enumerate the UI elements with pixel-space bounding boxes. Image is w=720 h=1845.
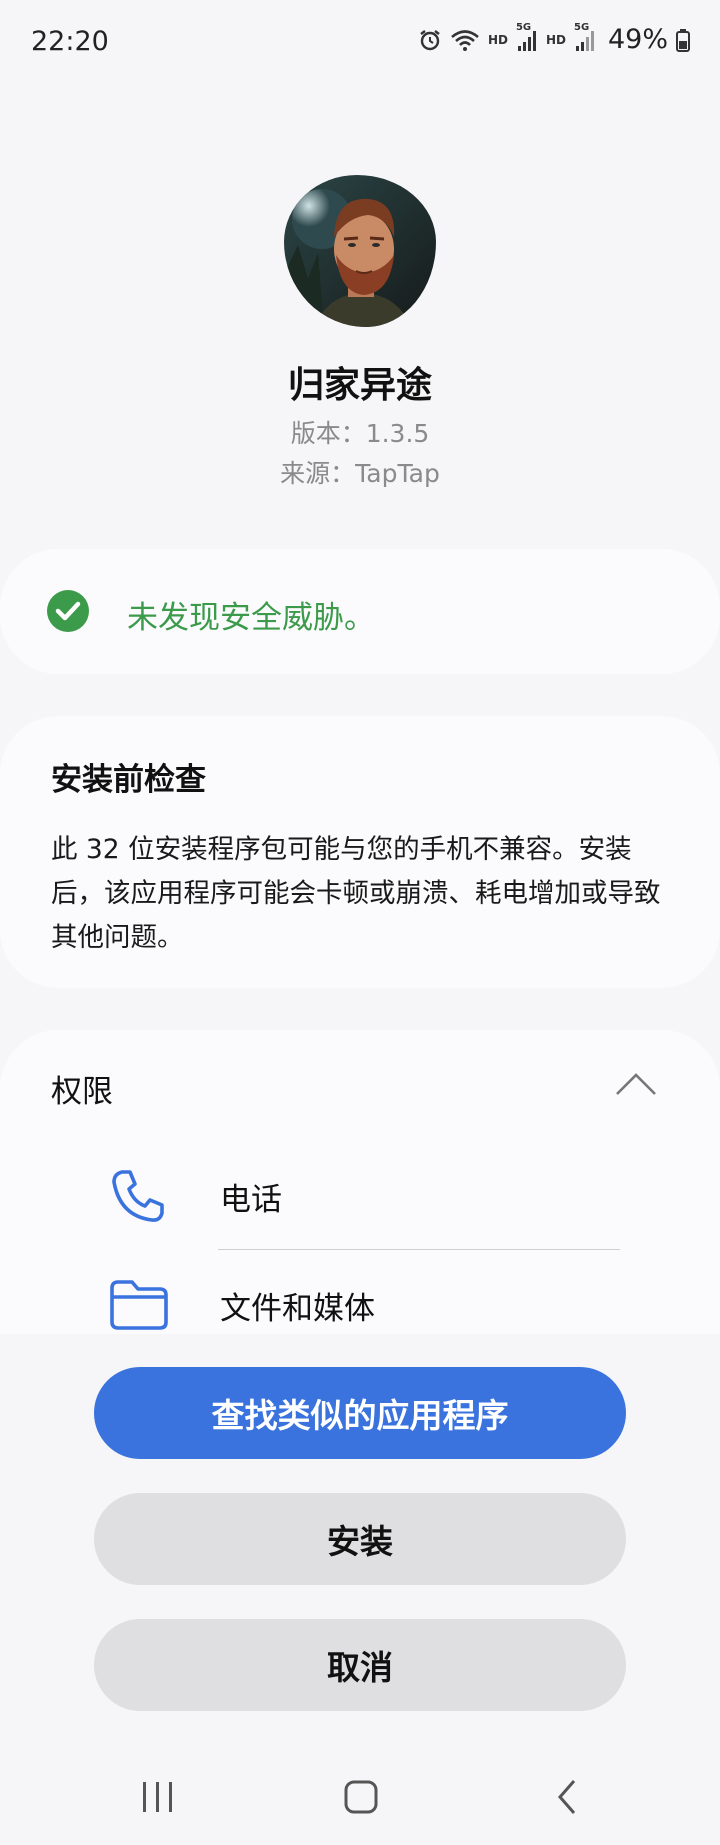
- signal-icon: 5G: [574, 22, 596, 52]
- navigation-bar: [0, 1760, 720, 1845]
- wifi-icon: [450, 28, 480, 52]
- signal-icon: 5G: [516, 22, 538, 52]
- recents-icon[interactable]: [140, 1777, 176, 1817]
- app-name: 归家异途: [287, 365, 432, 406]
- hd-label: HD: [487, 32, 508, 47]
- network-type-label: 5G: [515, 21, 532, 33]
- permission-label-phone: 电话: [220, 1182, 282, 1218]
- find-similar-apps-button[interactable]: 查找类似的应用程序: [94, 1367, 626, 1459]
- chevron-up-icon[interactable]: [615, 1072, 657, 1096]
- app-version: 版本：1.3.5: [290, 419, 430, 448]
- home-icon[interactable]: [343, 1777, 379, 1817]
- cancel-button[interactable]: 取消: [94, 1619, 626, 1711]
- phone-icon: [112, 1170, 164, 1222]
- status-bar: 22:20 HD 5G HD 5G 49%: [0, 0, 720, 86]
- status-icons: HD 5G HD 5G 49%: [418, 22, 690, 55]
- permission-divider: [218, 1249, 620, 1250]
- app-icon: [284, 175, 436, 327]
- status-time: 22:20: [31, 26, 109, 57]
- precheck-body: 此 32 位安装程序包可能与您的手机不兼容。安装后，该应用程序可能会卡顿或崩溃、…: [51, 834, 661, 953]
- battery-percent: 49%: [607, 24, 668, 55]
- install-button[interactable]: 安装: [94, 1493, 626, 1585]
- permission-label-files-media: 文件和媒体: [220, 1291, 375, 1327]
- battery-icon: [676, 28, 690, 52]
- precheck-card: 安装前检查 此 32 位安装程序包可能与您的手机不兼容。安装后，该应用程序可能会…: [0, 716, 720, 988]
- network-type-label: 5G: [573, 21, 590, 33]
- alarm-icon: [418, 28, 442, 52]
- hd-label: HD: [545, 32, 566, 47]
- security-status-card: 未发现安全威胁。: [0, 549, 720, 674]
- permissions-title: 权限: [51, 1074, 113, 1110]
- app-installer-screen: 22:20 HD 5G HD 5G 49% 归家异途 版本：1.3.5 来源：T…: [0, 0, 720, 1845]
- permissions-card: 权限 电话 文件和媒体: [0, 1030, 720, 1370]
- security-message: 未发现安全威胁。: [127, 600, 375, 636]
- check-circle-icon: [47, 590, 89, 632]
- back-icon[interactable]: [550, 1777, 586, 1817]
- app-source: 来源：TapTap: [280, 459, 440, 488]
- precheck-title: 安装前检查: [51, 762, 206, 798]
- folder-icon: [110, 1280, 168, 1330]
